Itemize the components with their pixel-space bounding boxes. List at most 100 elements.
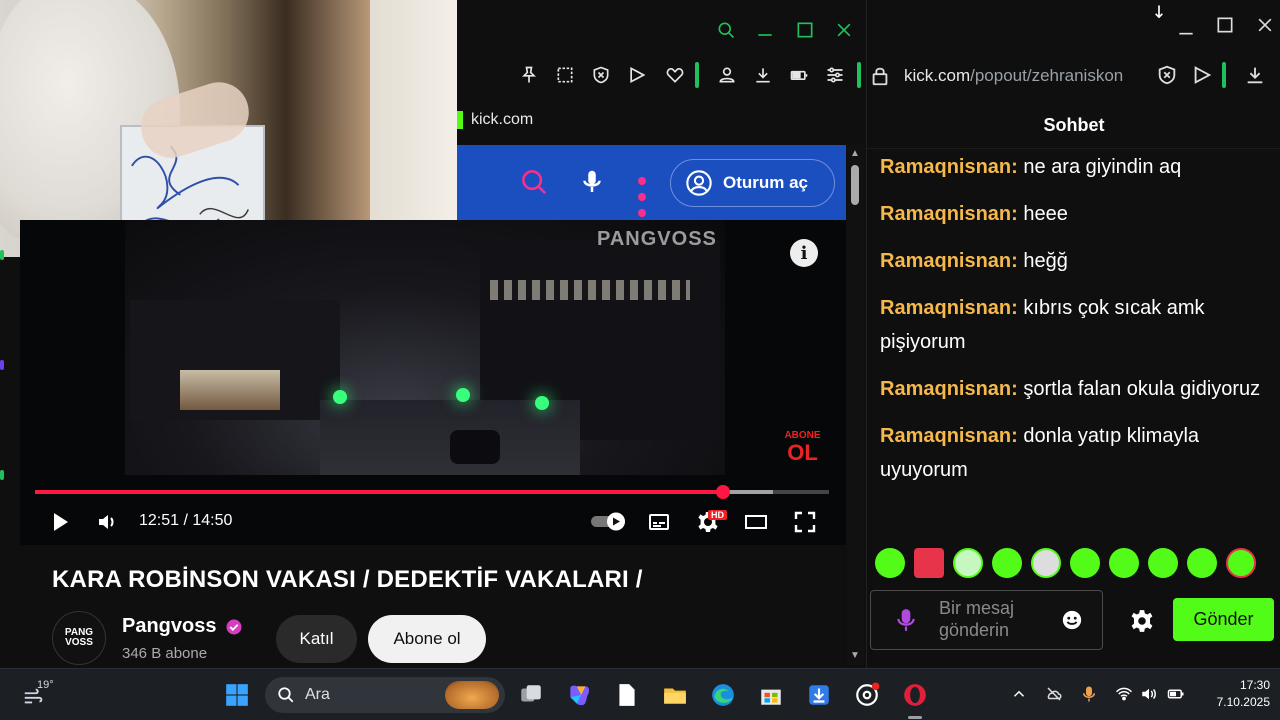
emote-laugh-icon[interactable] — [1109, 548, 1139, 578]
chat-message: Ramaqnisnan: heee — [880, 197, 1270, 231]
fullscreen-icon[interactable] — [791, 508, 819, 536]
maximize-icon[interactable] — [1210, 10, 1240, 40]
sign-in-button[interactable]: Oturum aç — [670, 159, 835, 207]
emote-grin-icon[interactable] — [1070, 548, 1100, 578]
toolbar-separator — [1222, 62, 1226, 88]
chat-settings-gear-icon[interactable] — [1129, 608, 1155, 634]
minimize-icon[interactable] — [1171, 12, 1201, 42]
snapshot-icon[interactable] — [551, 61, 579, 89]
onedrive-icon[interactable] — [1043, 683, 1065, 705]
download-icon[interactable] — [1244, 64, 1268, 88]
chat-username[interactable]: Ramaqnisnan — [880, 250, 1011, 272]
chat-username-separator: : — [1011, 425, 1018, 447]
chat-message-input[interactable]: Bir mesaj gönderin — [870, 590, 1103, 650]
chat-username[interactable]: Ramaqnisnan — [880, 297, 1011, 319]
opera-browser-icon[interactable] — [898, 678, 932, 719]
show-hidden-icons-chevron-icon[interactable] — [1008, 683, 1030, 705]
battery-icon[interactable] — [1165, 683, 1187, 705]
chat-username[interactable]: Ramaqnisnan — [880, 203, 1011, 225]
toolbar-separator — [857, 62, 861, 88]
emote-smirk-icon[interactable] — [992, 548, 1022, 578]
volume-icon[interactable] — [94, 508, 122, 536]
join-button[interactable]: Katıl — [276, 615, 357, 663]
emote-blob-icon[interactable] — [1148, 548, 1178, 578]
microphone-icon[interactable] — [893, 607, 919, 635]
wifi-icon[interactable] — [1113, 683, 1135, 705]
close-icon[interactable] — [830, 16, 858, 44]
emoji-picker-icon[interactable] — [1061, 609, 1083, 631]
download-icon[interactable] — [749, 61, 777, 89]
file-explorer-icon[interactable] — [658, 678, 692, 712]
send-button[interactable]: Gönder — [1173, 598, 1274, 641]
edge-browser-icon[interactable] — [706, 678, 740, 712]
microsoft-store-icon[interactable] — [754, 678, 788, 712]
pin-icon[interactable] — [515, 61, 543, 89]
emote-headphones-icon[interactable] — [1031, 548, 1061, 578]
lock-icon[interactable] — [869, 65, 891, 87]
url-text[interactable]: kick.com/popout/zehraniskon — [904, 66, 1144, 86]
abone-ol-logo: ABONE OL — [780, 430, 825, 480]
address-bar[interactable]: kick.com/popout/zehraniskon — [867, 55, 1280, 97]
system-clock[interactable]: 17:30 7.10.2025 — [1190, 677, 1270, 711]
windows-start-icon[interactable] — [220, 678, 254, 712]
progress-scrubber[interactable] — [715, 485, 730, 499]
close-icon[interactable] — [1250, 10, 1280, 40]
microphone-in-use-icon[interactable] — [1078, 683, 1100, 705]
account-icon[interactable] — [713, 61, 741, 89]
active-app-indicator — [908, 716, 922, 719]
theater-mode-icon[interactable] — [742, 508, 770, 536]
traffic-light — [333, 390, 347, 404]
chat-username-separator: : — [1011, 378, 1018, 400]
youtube-header: Oturum aç — [457, 145, 846, 220]
scroll-down-arrow-icon[interactable]: ▼ — [850, 650, 860, 661]
info-icon[interactable]: i — [790, 239, 818, 267]
weather-widget[interactable]: 19° — [20, 677, 60, 713]
desktop: kick.com Oturum aç ▲ ▼ PANGVOSS ABONE OL… — [0, 0, 1280, 720]
page-scrollbar[interactable] — [847, 145, 864, 665]
more-options-icon[interactable] — [632, 167, 652, 217]
easy-setup-icon[interactable] — [821, 61, 849, 89]
emote-angry-icon[interactable] — [914, 548, 944, 578]
chatgpt-icon[interactable] — [850, 678, 884, 712]
scroll-up-arrow-icon[interactable]: ▲ — [850, 148, 860, 159]
task-view-icon[interactable] — [514, 678, 548, 712]
adblock-shield-icon[interactable] — [587, 61, 615, 89]
emote-ghost-icon[interactable] — [875, 548, 905, 578]
clock-time: 17:30 — [1239, 678, 1270, 692]
heart-icon[interactable] — [661, 61, 689, 89]
file-icon[interactable] — [610, 678, 644, 712]
subtitles-icon[interactable] — [645, 508, 673, 536]
channel-avatar[interactable]: PANG VOSS — [52, 611, 106, 665]
taskbar-search[interactable]: Ara — [265, 677, 505, 713]
battery-saver-icon[interactable] — [785, 61, 813, 89]
left-edge-indicators — [0, 250, 6, 630]
search-icon[interactable] — [519, 167, 549, 197]
autoplay-toggle-icon[interactable] — [590, 508, 628, 534]
microphone-icon[interactable] — [577, 167, 607, 197]
kick-domain-text: kick.com — [471, 111, 534, 128]
chat-username[interactable]: Ramaqnisnan — [880, 378, 1011, 400]
speaker-icon[interactable] — [1138, 683, 1160, 705]
video-shopfront — [180, 370, 280, 410]
search-tabs-icon[interactable] — [712, 16, 740, 44]
adblock-shield-icon[interactable] — [1156, 64, 1180, 88]
chat-username-separator: : — [1011, 297, 1018, 319]
search-highlight-image — [445, 681, 499, 709]
chat-username[interactable]: Ramaqnisnan — [880, 425, 1011, 447]
send-icon[interactable] — [623, 61, 651, 89]
emote-smug-icon[interactable] — [1187, 548, 1217, 578]
downloads-app-icon[interactable] — [802, 678, 836, 712]
subscribe-button[interactable]: Abone ol — [368, 615, 486, 663]
play-icon[interactable] — [46, 508, 74, 536]
page-scrollbar-thumb[interactable] — [851, 165, 859, 205]
channel-name[interactable]: Pangvoss — [122, 615, 216, 638]
send-icon[interactable] — [1191, 64, 1215, 88]
copilot-icon[interactable] — [562, 678, 596, 712]
maximize-icon[interactable] — [791, 16, 819, 44]
emote-love-icon[interactable] — [1226, 548, 1256, 578]
chat-username[interactable]: Ramaqnisnan — [880, 156, 1011, 178]
minimize-icon[interactable] — [751, 16, 779, 44]
user-circle-icon — [686, 170, 712, 196]
emote-skull-icon[interactable] — [953, 548, 983, 578]
chat-message-text: ne ara giyindin aq — [1017, 156, 1182, 178]
